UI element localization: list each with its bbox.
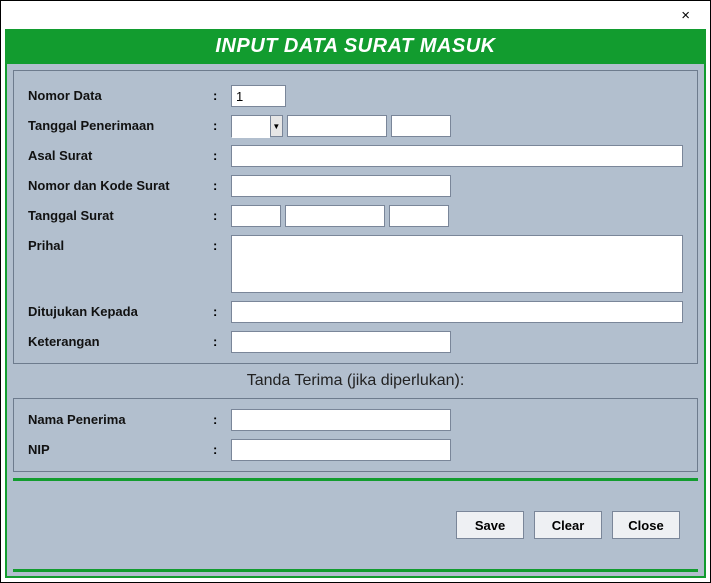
label-nama-penerima: Nama Penerima: [28, 409, 213, 427]
clear-button[interactable]: Clear: [534, 511, 602, 539]
titlebar: ×: [1, 1, 710, 29]
form-window: × INPUT DATA SURAT MASUK Nomor Data : Ta…: [0, 0, 711, 583]
row-nip: NIP :: [28, 439, 683, 461]
input-tgl-surat-day[interactable]: [231, 205, 281, 227]
label-nomor-kode-surat: Nomor dan Kode Surat: [28, 175, 213, 193]
save-button[interactable]: Save: [456, 511, 524, 539]
input-nama-penerima[interactable]: [231, 409, 451, 431]
input-asal-surat[interactable]: [231, 145, 683, 167]
input-tgl-penerimaan-day[interactable]: [232, 116, 270, 138]
row-asal-surat: Asal Surat :: [28, 145, 683, 167]
row-nama-penerima: Nama Penerima :: [28, 409, 683, 431]
label-asal-surat: Asal Surat: [28, 145, 213, 163]
input-ditujukan-kepada[interactable]: [231, 301, 683, 323]
label-nip: NIP: [28, 439, 213, 457]
row-nomor-kode-surat: Nomor dan Kode Surat :: [28, 175, 683, 197]
form-header: INPUT DATA SURAT MASUK: [7, 31, 704, 64]
label-keterangan: Keterangan: [28, 331, 213, 349]
row-nomor-data: Nomor Data :: [28, 85, 683, 107]
row-tanggal-penerimaan: Tanggal Penerimaan : ▼: [28, 115, 683, 137]
chevron-down-icon[interactable]: ▼: [270, 116, 282, 136]
input-tgl-surat-month[interactable]: [285, 205, 385, 227]
input-nomor-data[interactable]: [231, 85, 286, 107]
input-tgl-penerimaan-year[interactable]: [391, 115, 451, 137]
input-keterangan[interactable]: [231, 331, 451, 353]
footer-buttons: Save Clear Close: [7, 481, 704, 569]
receipt-heading: Tanda Terima (jika diperlukan):: [7, 370, 704, 392]
input-tgl-penerimaan-month[interactable]: [287, 115, 387, 137]
input-nomor-kode-surat[interactable]: [231, 175, 451, 197]
label-tanggal-penerimaan: Tanggal Penerimaan: [28, 115, 213, 133]
close-button[interactable]: Close: [612, 511, 680, 539]
section-receipt: Nama Penerima : NIP :: [13, 398, 698, 472]
label-tanggal-surat: Tanggal Surat: [28, 205, 213, 223]
label-nomor-data: Nomor Data: [28, 85, 213, 103]
row-tanggal-surat: Tanggal Surat :: [28, 205, 683, 227]
row-prihal: Prihal :: [28, 235, 683, 293]
input-nip[interactable]: [231, 439, 451, 461]
input-tgl-surat-year[interactable]: [389, 205, 449, 227]
row-keterangan: Keterangan :: [28, 331, 683, 353]
textarea-prihal[interactable]: [231, 235, 683, 293]
row-ditujukan-kepada: Ditujukan Kepada :: [28, 301, 683, 323]
section-main: Nomor Data : Tanggal Penerimaan : ▼: [13, 70, 698, 364]
label-ditujukan-kepada: Ditujukan Kepada: [28, 301, 213, 319]
combo-tgl-penerimaan-day[interactable]: ▼: [231, 115, 283, 137]
label-prihal: Prihal: [28, 235, 213, 253]
body: INPUT DATA SURAT MASUK Nomor Data : Tang…: [5, 29, 706, 578]
close-icon[interactable]: ×: [673, 4, 698, 27]
divider-bottom: [13, 569, 698, 572]
